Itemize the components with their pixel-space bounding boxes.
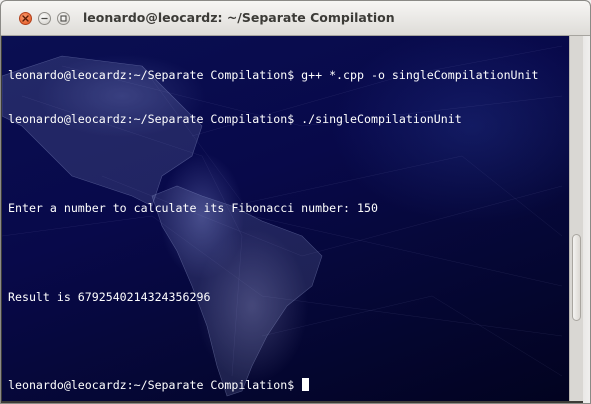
minimize-icon — [41, 17, 48, 20]
vertical-scrollbar[interactable] — [569, 36, 583, 401]
maximize-icon — [60, 15, 67, 22]
terminal-line: Result is 6792540214324356296 — [8, 289, 211, 304]
text-cursor — [302, 378, 310, 392]
minimize-button[interactable] — [38, 12, 51, 25]
close-icon — [22, 15, 29, 22]
close-button[interactable] — [19, 12, 32, 25]
terminal-area[interactable]: leonardo@leocardz:~/Separate Compilation… — [2, 36, 569, 401]
window-border — [583, 36, 590, 403]
terminal-line: Enter a number to calculate its Fibonacc… — [8, 200, 378, 215]
prompt-text: leonardo@leocardz:~/Separate Compilation… — [8, 378, 302, 393]
terminal-line: leonardo@leocardz:~/Separate Compilation… — [8, 67, 539, 82]
title-bar[interactable]: leonardo@leocardz: ~/Separate Compilatio… — [1, 1, 590, 36]
terminal-output: leonardo@leocardz:~/Separate Compilation… — [8, 38, 565, 401]
scrollbar-thumb[interactable] — [572, 234, 581, 321]
terminal-window: leonardo@leocardz: ~/Separate Compilatio… — [0, 0, 591, 404]
window-title: leonardo@leocardz: ~/Separate Compilatio… — [83, 10, 395, 25]
terminal-line: leonardo@leocardz:~/Separate Compilation… — [8, 111, 462, 126]
prompt-line[interactable]: leonardo@leocardz:~/Separate Compilation… — [8, 378, 565, 393]
maximize-button[interactable] — [57, 12, 70, 25]
